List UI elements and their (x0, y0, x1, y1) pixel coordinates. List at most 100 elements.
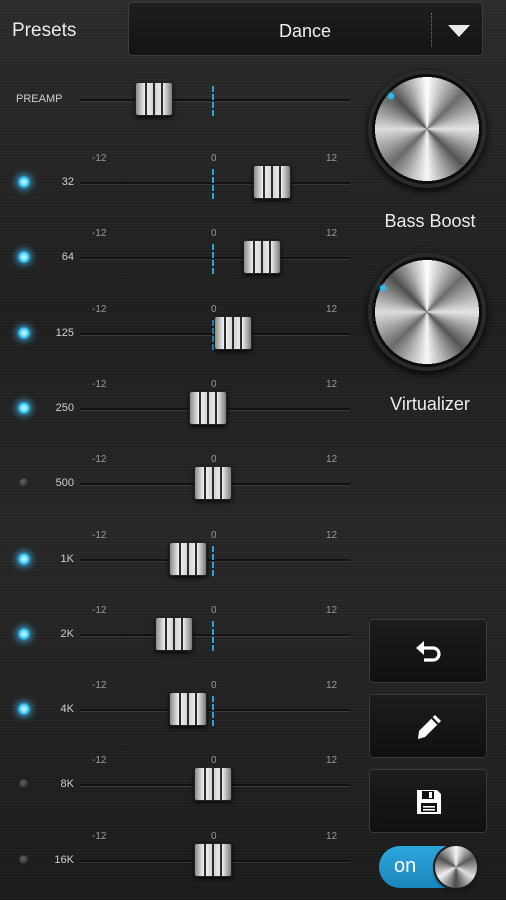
edit-button[interactable] (369, 694, 487, 758)
zero-line (212, 696, 214, 727)
band-track (80, 182, 350, 185)
band-frequency-label: 8K (60, 778, 74, 791)
band-enable-led[interactable] (18, 251, 30, 264)
scale-min-label: -12 (92, 153, 107, 164)
zero-line (212, 86, 214, 116)
virtualizer-dial[interactable] (368, 253, 486, 371)
band-row: 4K -12 0 12 (0, 680, 360, 727)
scale-mid-label: 0 (211, 604, 217, 616)
scale-mid-label: 0 (211, 153, 217, 164)
band-slider-thumb[interactable] (194, 842, 232, 877)
save-button[interactable] (369, 769, 487, 833)
scale-min-label: -12 (92, 378, 107, 390)
scale-mid-label: 0 (211, 228, 217, 240)
scale-min-label: -12 (92, 228, 107, 240)
band-slider-thumb[interactable] (253, 165, 291, 199)
undo-icon (416, 641, 441, 662)
scale-min-label: -12 (92, 755, 107, 767)
zero-line (212, 620, 214, 651)
band-slider-thumb[interactable] (243, 240, 282, 275)
band-slider-thumb[interactable] (169, 541, 208, 576)
band-row: 250 -12 0 12 (0, 378, 360, 425)
scale-mid-label: 0 (211, 755, 217, 767)
band-enable-led[interactable] (18, 627, 30, 640)
pencil-icon (418, 715, 441, 739)
band-frequency-label: 250 (55, 401, 74, 414)
scale-min-label: -12 (92, 680, 107, 692)
band-frequency-label: 16K (54, 853, 74, 866)
chevron-down-icon (448, 25, 470, 37)
band-enable-led[interactable] (18, 401, 30, 414)
band-track (80, 257, 350, 261)
band-row: 125 -12 0 12 (0, 303, 360, 350)
band-track (80, 709, 350, 713)
zero-line (212, 244, 214, 275)
band-slider-thumb[interactable] (189, 390, 228, 425)
dial-indicator-dot (380, 285, 386, 291)
preset-dropdown[interactable]: Dance (128, 2, 483, 56)
scale-min-label: -12 (92, 830, 107, 842)
band-enable-led[interactable] (18, 176, 30, 188)
band-frequency-label: 32 (61, 176, 74, 188)
band-slider-thumb[interactable] (154, 616, 193, 651)
scale-max-label: 12 (326, 755, 338, 767)
band-slider-thumb[interactable] (194, 466, 232, 501)
scale-mid-label: 0 (211, 454, 217, 466)
band-frequency-label: 2K (60, 627, 74, 640)
scale-min-label: -12 (92, 529, 107, 541)
band-slider-thumb[interactable] (213, 315, 252, 350)
bass-boost-dial[interactable] (368, 70, 486, 188)
scale-max-label: 12 (326, 454, 338, 466)
scale-max-label: 12 (326, 529, 338, 541)
scale-min-label: -12 (92, 303, 107, 315)
dropdown-divider (431, 13, 432, 47)
virtualizer-label: Virtualizer (390, 394, 470, 414)
band-track (80, 633, 350, 637)
scale-max-label: 12 (326, 378, 338, 390)
band-enable-led[interactable] (18, 703, 30, 716)
band-frequency-label: 64 (61, 251, 74, 264)
band-slider-thumb[interactable] (194, 767, 232, 802)
band-row: 1K -12 0 12 (0, 529, 360, 576)
scale-max-label: 12 (326, 153, 338, 164)
preamp-slider-thumb[interactable] (135, 82, 173, 116)
preamp-track (80, 99, 350, 102)
band-row: 16K -12 0 12 (0, 830, 360, 877)
band-enable-led[interactable] (19, 854, 29, 865)
toggle-thumb (435, 846, 477, 888)
scale-max-label: 12 (326, 303, 338, 315)
band-frequency-label: 500 (55, 477, 74, 490)
zero-line (212, 545, 214, 576)
band-row: 8K -12 0 12 (0, 755, 360, 802)
preamp-label: PREAMP (16, 93, 63, 105)
band-enable-led[interactable] (18, 552, 30, 565)
scale-min-label: -12 (92, 604, 107, 616)
scale-mid-label: 0 (211, 680, 217, 692)
scale-mid-label: 0 (211, 830, 217, 842)
scale-max-label: 12 (326, 680, 338, 692)
presets-label: Presets (12, 20, 77, 41)
power-toggle-label: on (394, 855, 417, 877)
preset-value: Dance (278, 21, 332, 41)
band-row: 64 -12 0 12 (0, 228, 360, 275)
scale-max-label: 12 (326, 228, 338, 240)
zero-line (212, 169, 214, 199)
scale-mid-label: 0 (211, 529, 217, 541)
band-enable-led[interactable] (18, 326, 30, 339)
band-slider-thumb[interactable] (169, 692, 208, 727)
scale-mid-label: 0 (211, 378, 217, 390)
scale-max-label: 12 (326, 604, 338, 616)
band-row: 500 -12 0 12 (0, 454, 360, 501)
band-row: 32 -12 0 12 (0, 153, 360, 199)
band-track (80, 558, 350, 562)
scale-mid-label: 0 (211, 303, 217, 315)
band-frequency-label: 4K (60, 703, 74, 716)
band-frequency-label: 125 (55, 326, 74, 339)
scale-min-label: -12 (92, 454, 107, 466)
band-frequency-label: 1K (60, 552, 74, 565)
power-toggle[interactable]: on (379, 846, 477, 888)
undo-button[interactable] (369, 619, 487, 683)
band-enable-led[interactable] (19, 478, 29, 489)
band-enable-led[interactable] (19, 779, 29, 790)
dial-indicator-dot (388, 93, 394, 99)
